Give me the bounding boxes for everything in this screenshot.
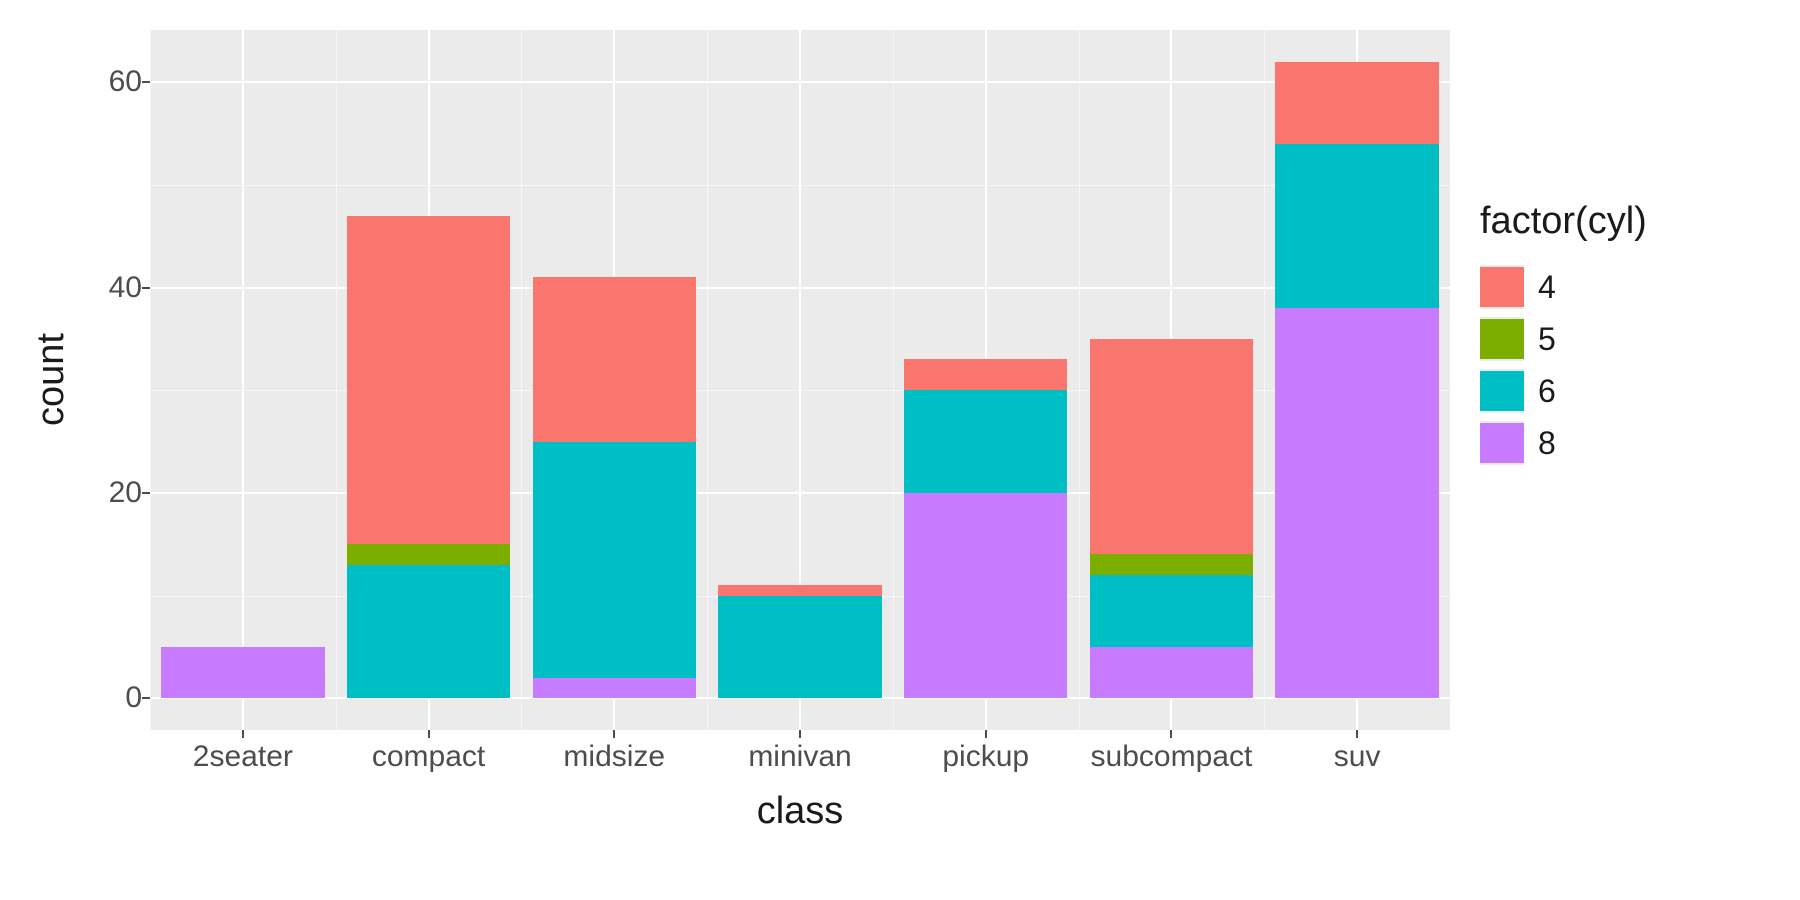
x-tick-label: subcompact [1091,740,1253,774]
legend-swatch [1480,371,1524,411]
plot-panel [150,30,1450,730]
legend-item: 8 [1480,417,1780,469]
legend-label: 5 [1538,321,1556,358]
x-tick [1170,730,1172,738]
legend-item: 5 [1480,313,1780,365]
legend-label: 6 [1538,373,1556,410]
bar-segment [1090,647,1253,698]
bar-segment [718,596,881,699]
legend-item: 6 [1480,365,1780,417]
bar-segment [347,565,510,698]
bar-segment [1090,575,1253,647]
x-tick [985,730,987,738]
legend-key [1480,369,1524,413]
legend-item: 4 [1480,261,1780,313]
legend-label: 8 [1538,425,1556,462]
x-tick [428,730,430,738]
legend-key [1480,317,1524,361]
x-tick [613,730,615,738]
bar-segment [1090,554,1253,575]
bar-segment [347,544,510,565]
bar-segment [1275,144,1438,308]
legend-swatch [1480,319,1524,359]
legend-title: factor(cyl) [1480,200,1780,243]
bar-segment [904,359,1067,390]
legend: factor(cyl) 4 5 6 8 [1480,200,1780,469]
legend-key [1480,265,1524,309]
bar-segment [533,678,696,699]
x-tick-label: suv [1334,740,1381,774]
bar-segment [718,585,881,595]
bar-segment [347,216,510,544]
x-tick [1356,730,1358,738]
bar-segment [904,390,1067,493]
x-tick-label: minivan [748,740,851,774]
x-tick-label: compact [372,740,485,774]
y-tick-label: 0 [125,681,142,715]
y-tick-label: 60 [109,65,142,99]
x-tick-label: pickup [942,740,1029,774]
legend-items: 4 5 6 8 [1480,261,1780,469]
legend-key [1480,421,1524,465]
bar-segment [1090,339,1253,555]
bar-segment [1275,308,1438,698]
x-tick-label: 2seater [193,740,293,774]
x-axis-title: class [150,790,1450,833]
bar-segment [904,493,1067,698]
y-tick [142,287,150,289]
legend-swatch [1480,423,1524,463]
y-tick [142,81,150,83]
bar-segment [1275,62,1438,144]
y-tick-label: 40 [109,271,142,305]
bar-segment [161,647,324,698]
x-tick [799,730,801,738]
y-tick [142,492,150,494]
y-tick [142,697,150,699]
y-axis-title: count [30,30,80,730]
legend-swatch [1480,267,1524,307]
bar-segment [533,277,696,441]
bar-segment [533,442,696,678]
chart-root: class count 0 20 40 60 2seater compact midsize… [0,0,1800,900]
x-tick [242,730,244,738]
legend-label: 4 [1538,269,1556,306]
x-tick-label: midsize [563,740,665,774]
y-tick-label: 20 [109,476,142,510]
